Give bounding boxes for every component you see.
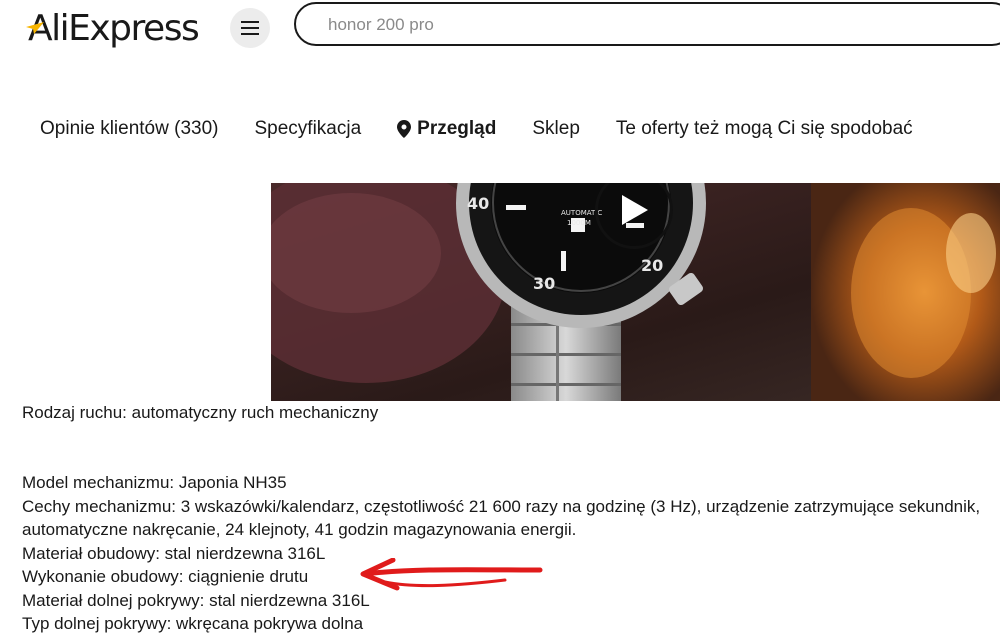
tab-reviews[interactable]: Opinie klientów (330) [40,118,218,140]
tab-recommendations[interactable]: Te oferty też mogą Ci się spodobać [616,118,913,140]
description-line: Typ dolnej pokrywy: wkręcana pokrywa dol… [22,614,364,633]
product-video[interactable]: 40 30 20 AUTOMATIC 1000M [271,183,1000,401]
svg-text:30: 30 [533,274,555,293]
logo-star-icon [26,22,44,34]
tab-overview-label: Przegląd [417,118,497,139]
tab-overview[interactable]: Przegląd [397,118,496,140]
svg-text:20: 20 [641,256,663,275]
search-box[interactable] [294,2,1000,46]
location-pin-icon [397,120,412,138]
movement-type-text: Rodzaj ruchu: automatyczny ruch mechanic… [22,403,379,422]
product-tabs: Opinie klientów (330) Specyfikacja Przeg… [40,116,949,142]
description-line: automatyczne nakręcanie, 24 klejnoty, 41… [22,520,577,539]
logo-text: AliExpress [28,7,200,49]
hamburger-menu-icon [241,21,259,35]
tab-store[interactable]: Sklep [532,118,580,140]
product-description: Model mechanizmu: Japonia NH35 Cechy mec… [22,471,980,636]
red-arrow-annotation [360,558,543,591]
tab-reviews-label: Opinie klientów (330) [40,118,219,139]
svg-text:1000M: 1000M [567,219,591,227]
tab-specification-label: Specyfikacja [254,118,362,139]
description-line: Cechy mechanizmu: 3 wskazówki/kalendarz,… [22,496,981,516]
aliexpress-logo[interactable]: AliExpress [26,6,200,50]
tab-store-label: Sklep [532,118,580,139]
svg-text:40: 40 [467,194,489,213]
tab-specification[interactable]: Specyfikacja [254,118,361,140]
description-line: Model mechanizmu: Japonia NH35 [22,473,287,492]
tab-recommendations-label: Te oferty też mogą Ci się spodobać [615,118,913,139]
search-input[interactable] [326,12,930,38]
menu-button[interactable] [230,8,270,48]
play-icon [622,195,648,225]
